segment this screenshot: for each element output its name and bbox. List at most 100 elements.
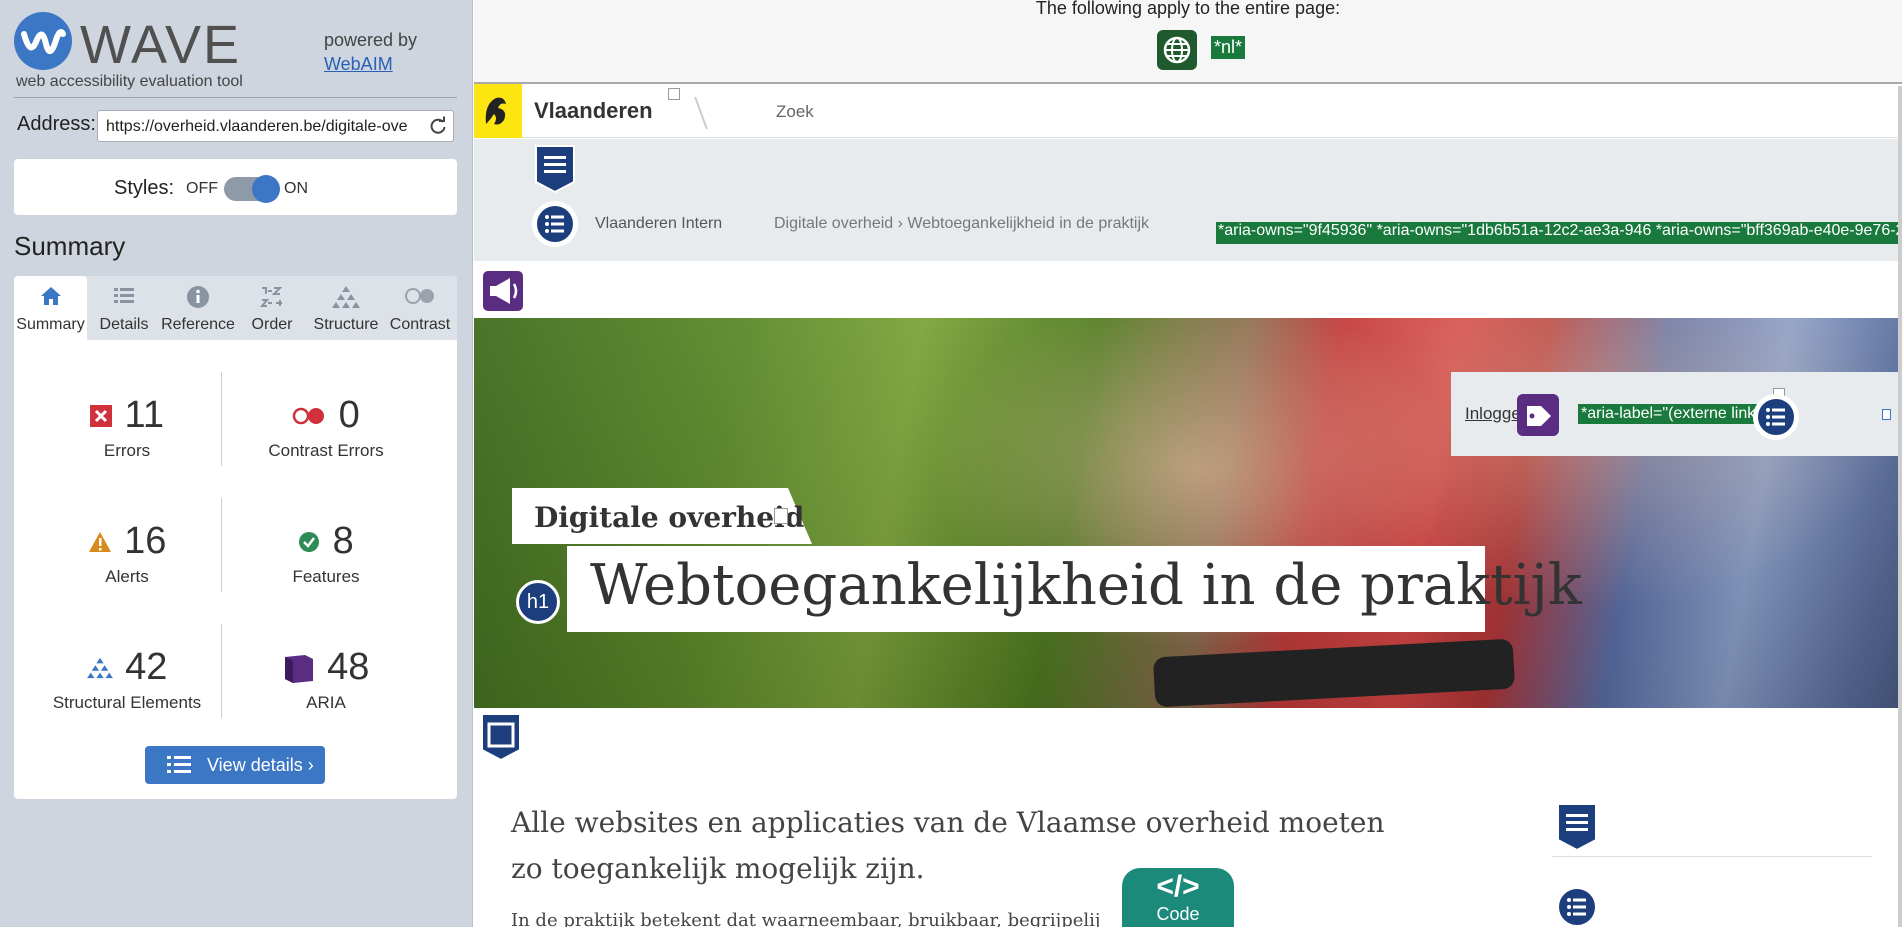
view-details-button[interactable]: View details › xyxy=(145,746,325,784)
wave-marker-icon[interactable] xyxy=(1882,409,1891,420)
code-toggle-button[interactable]: </> Code xyxy=(1122,868,1234,927)
webaim-link[interactable]: WebAIM xyxy=(324,54,393,75)
structural-label: Structural Elements xyxy=(52,693,202,712)
login-area: Inloggen *aria-label="(externe link)"* xyxy=(1451,372,1902,456)
powered-by-text: powered by xyxy=(324,30,418,50)
list-icon xyxy=(167,756,191,773)
tab-reference[interactable]: Reference xyxy=(161,276,235,340)
feature-icon xyxy=(299,531,320,552)
aria-label-tag: *aria-label="(externe link)"* xyxy=(1578,404,1776,424)
vlaanderen-logo-icon[interactable] xyxy=(474,84,522,138)
stat-divider xyxy=(221,624,222,718)
aria-icon xyxy=(284,654,313,683)
contrast-error-icon xyxy=(292,407,325,424)
sidebar-rule xyxy=(1552,856,1872,857)
h1-badge-icon[interactable]: h1 xyxy=(516,580,560,624)
site-header: Vlaanderen Zoek xyxy=(474,84,1902,138)
search-link[interactable]: Zoek xyxy=(776,102,814,122)
aria-stat[interactable]: 48 ARIA xyxy=(231,646,421,713)
wave-header-icon[interactable] xyxy=(532,144,578,194)
info-icon xyxy=(187,286,209,308)
contrast-errors-label: Contrast Errors xyxy=(268,441,384,460)
tab-order[interactable]: Order xyxy=(235,276,309,340)
breadcrumb-intern[interactable]: Vlaanderen Intern xyxy=(595,215,722,233)
tab-structure[interactable]: Structure xyxy=(309,276,383,340)
code-label: Code xyxy=(1156,904,1200,924)
aria-count: 48 xyxy=(327,646,370,688)
styles-toggle-panel: Styles: OFF ON xyxy=(14,159,457,215)
page-scrollbar[interactable] xyxy=(1898,86,1902,927)
tab-bar: Summary Details Reference Order Structur… xyxy=(14,276,457,340)
site-title[interactable]: Vlaanderen xyxy=(534,98,653,124)
wave-app: WAVE web accessibility evaluation tool p… xyxy=(0,0,1902,927)
language-tag: *nl* xyxy=(1211,36,1246,59)
page-preview: The following apply to the entire page: … xyxy=(474,0,1902,927)
contrast-errors-stat[interactable]: 0 Contrast Errors xyxy=(231,394,421,461)
aria-owns-tags: *aria-owns="9f45936" *aria-owns="1db6b51… xyxy=(1216,222,1902,244)
list-icon xyxy=(114,288,134,303)
intro-text: Alle websites en applicaties van de Vlaa… xyxy=(511,806,1385,885)
structural-count: 42 xyxy=(125,646,168,688)
styles-toggle[interactable] xyxy=(224,175,280,203)
tab-label: Structure xyxy=(313,316,379,333)
contrast-errors-count: 0 xyxy=(338,394,360,436)
code-icon: </> xyxy=(1156,870,1200,903)
stat-divider xyxy=(221,498,222,592)
tab-label: Summary xyxy=(16,316,85,333)
wave-region-icon[interactable] xyxy=(478,712,524,762)
wave-header-icon[interactable] xyxy=(1554,802,1600,852)
aria-label: ARIA xyxy=(306,693,346,712)
breadcrumb-trail[interactable]: Digitale overheid › Webtoegankelijkheid … xyxy=(774,215,1149,233)
alert-icon xyxy=(88,531,111,552)
wave-marker-icon[interactable] xyxy=(774,508,788,524)
section-title[interactable]: Digitale overheid xyxy=(534,501,804,534)
stat-divider xyxy=(221,372,222,466)
styles-on-label: ON xyxy=(284,180,308,197)
tab-label: Details xyxy=(99,316,149,333)
features-count: 8 xyxy=(332,520,354,562)
tab-summary[interactable]: Summary xyxy=(14,276,87,340)
tab-label: Contrast xyxy=(389,316,451,333)
contrast-icon xyxy=(405,288,434,304)
language-globe-icon[interactable] xyxy=(1157,30,1197,70)
apply-text: The following apply to the entire page: xyxy=(1035,0,1341,18)
errors-stat[interactable]: 11 Errors xyxy=(32,394,222,461)
order-icon xyxy=(259,287,283,307)
summary-panel: Summary Details Reference Order Structur… xyxy=(14,276,457,799)
error-icon xyxy=(90,404,113,427)
wave-logo-icon xyxy=(14,12,72,70)
wave-marker-icon[interactable] xyxy=(668,88,680,100)
wave-sidebar: WAVE web accessibility evaluation tool p… xyxy=(0,0,473,927)
address-label: Address: xyxy=(17,113,96,135)
wave-list-icon[interactable] xyxy=(1755,396,1797,438)
page-title: Webtoegankelijkheid in de praktijk xyxy=(590,553,1582,618)
summary-heading: Summary xyxy=(14,231,126,261)
errors-label: Errors xyxy=(103,441,151,460)
structure-icon xyxy=(332,286,360,308)
refresh-icon[interactable] xyxy=(428,116,448,136)
wave-list-icon[interactable] xyxy=(534,203,576,245)
view-details-label: View details › xyxy=(207,755,314,775)
address-input[interactable]: https://overheid.vlaanderen.be/digitale-… xyxy=(97,110,454,142)
body-paragraph: In de praktijk betekent dat waarneembaar… xyxy=(511,910,1101,927)
features-stat[interactable]: 8 Features xyxy=(231,520,421,587)
toggle-knob xyxy=(252,175,280,203)
wave-brand: WAVE xyxy=(80,15,242,75)
home-icon xyxy=(40,287,61,305)
features-label: Features xyxy=(292,567,360,586)
tab-details[interactable]: Details xyxy=(87,276,161,340)
wave-aria-live-icon[interactable] xyxy=(480,266,526,316)
wave-list-icon[interactable] xyxy=(1556,886,1598,927)
page-wide-notices: The following apply to the entire page: … xyxy=(474,0,1902,84)
structural-stat[interactable]: 42 Structural Elements xyxy=(32,646,222,713)
sidebar-divider xyxy=(14,97,457,98)
errors-count: 11 xyxy=(124,394,164,436)
styles-off-label: OFF xyxy=(186,180,218,197)
tab-contrast[interactable]: Contrast xyxy=(383,276,457,340)
tab-label: Reference xyxy=(161,316,235,333)
tab-label: Order xyxy=(251,316,293,333)
wave-tagline: web accessibility evaluation tool xyxy=(16,73,243,90)
alerts-stat[interactable]: 16 Alerts xyxy=(32,520,222,587)
aria-label-icon[interactable] xyxy=(1517,394,1559,436)
styles-label: Styles: xyxy=(114,177,175,199)
